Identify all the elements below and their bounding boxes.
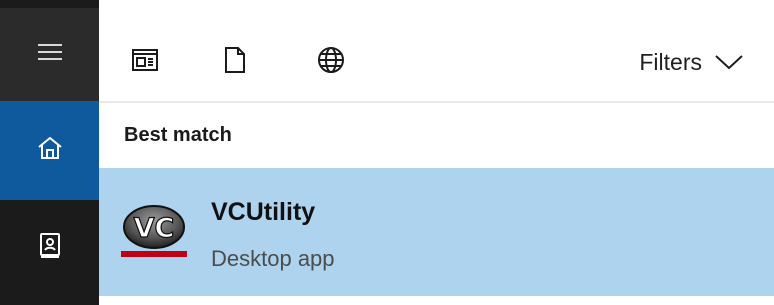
search-toolbar: Filters xyxy=(99,8,774,101)
svg-text:VC: VC xyxy=(134,213,175,244)
web-tab[interactable] xyxy=(313,44,349,80)
apps-tab[interactable] xyxy=(127,44,163,80)
best-match-heading: Best match xyxy=(124,124,232,146)
filters-label: Filters xyxy=(639,48,702,75)
hamburger-menu-icon xyxy=(37,43,62,66)
documents-tab[interactable] xyxy=(217,44,253,80)
home-icon xyxy=(37,136,63,165)
search-panel: Filters Best match VC VCUtility Desktop … xyxy=(99,0,774,305)
notebook-button[interactable] xyxy=(0,200,99,297)
notebook-icon xyxy=(38,232,62,265)
apps-icon xyxy=(132,48,158,77)
documents-icon xyxy=(224,46,246,79)
rail-bottom-gap xyxy=(0,297,99,305)
result-bottom-space xyxy=(99,296,774,305)
home-button[interactable] xyxy=(0,101,99,200)
menu-button[interactable] xyxy=(0,8,99,101)
toolbar-divider xyxy=(99,101,774,103)
result-item-vcutility[interactable]: VC VCUtility Desktop app xyxy=(99,168,774,296)
web-icon xyxy=(317,46,345,79)
vcutility-app-icon: VC xyxy=(121,203,187,261)
result-title: VCUtility xyxy=(211,198,316,226)
filters-dropdown[interactable]: Filters xyxy=(639,46,744,78)
left-rail xyxy=(0,0,99,305)
chevron-down-icon xyxy=(714,49,744,76)
result-subtitle: Desktop app xyxy=(211,246,335,271)
